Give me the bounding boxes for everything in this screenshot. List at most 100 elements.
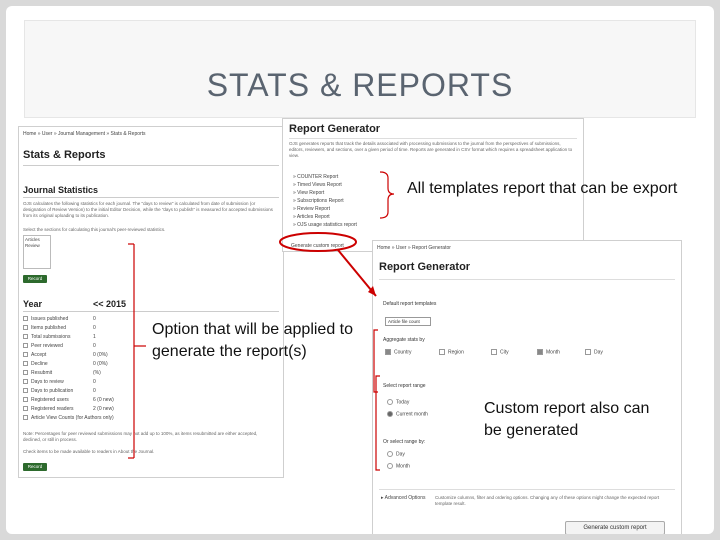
stat-value: 0 xyxy=(93,325,96,331)
divider xyxy=(23,197,279,198)
select-prompt: Select the sections for calculating this… xyxy=(23,227,166,232)
stat-value: 0 (0%) xyxy=(93,352,108,358)
aggregate-option[interactable]: Day xyxy=(585,349,603,355)
stats-reports-screenshot: Home » User » Journal Management » Stats… xyxy=(18,126,284,478)
stat-label: Days to publication xyxy=(31,388,74,394)
stat-row: Registered users 6 (0 new) xyxy=(23,396,133,405)
option-label: Country xyxy=(394,349,412,356)
stat-checkbox[interactable] xyxy=(23,370,28,376)
stat-row: Issues published 0 xyxy=(23,315,133,324)
stat-row: Resubmit (%) xyxy=(23,369,133,378)
advanced-options-description: Customize columns, filter and ordering o… xyxy=(435,495,660,506)
report-link[interactable]: » COUNTER Report xyxy=(293,173,357,181)
year-nav-link[interactable]: << 2015 xyxy=(93,299,126,309)
option-label: Current month xyxy=(396,411,428,418)
stat-checkbox[interactable] xyxy=(23,316,28,322)
sections-select[interactable]: Articles Review xyxy=(23,235,51,269)
stat-checkbox[interactable] xyxy=(23,379,28,385)
slide: STATS & REPORTS Home » User » Journal Ma… xyxy=(6,6,714,534)
select-range-by-label: Or select range by: xyxy=(383,439,426,445)
option-label: Today xyxy=(396,399,410,406)
radio[interactable] xyxy=(387,451,393,457)
stat-row: Registered readers 2 (0 new) xyxy=(23,405,133,414)
section-option[interactable]: Review xyxy=(25,243,49,249)
checkbox[interactable] xyxy=(537,349,543,355)
stat-label: Days to review xyxy=(31,379,64,385)
option-label: Day xyxy=(396,451,405,458)
default-templates-label: Default report templates xyxy=(383,301,437,307)
checkbox[interactable] xyxy=(385,349,391,355)
stat-label: Accept xyxy=(31,352,47,358)
page-heading: Report Generator xyxy=(379,261,471,273)
stat-checkbox[interactable] xyxy=(23,388,28,394)
divider xyxy=(289,138,577,139)
report-link[interactable]: » Subscriptions Report xyxy=(293,197,357,205)
report-link[interactable]: » View Report xyxy=(293,189,357,197)
stat-label: Resubmit xyxy=(31,370,53,376)
report-generator-description: OJS generates reports that track the det… xyxy=(289,141,573,158)
stat-checkbox[interactable] xyxy=(23,334,28,340)
report-link[interactable]: » Review Report xyxy=(293,205,357,213)
aggregate-option[interactable]: Month xyxy=(537,349,560,355)
report-link[interactable]: » OJS usage statistics report xyxy=(293,221,357,229)
divider xyxy=(23,165,279,166)
checkbox[interactable] xyxy=(439,349,445,355)
custom-report-screenshot: Home » User » Report Generator Report Ge… xyxy=(372,240,682,534)
stat-row: Days to review 0 xyxy=(23,378,133,387)
checkbox[interactable] xyxy=(585,349,591,355)
options-callout: Option that will be applied to generate … xyxy=(152,321,354,360)
aggregate-option[interactable]: City xyxy=(491,349,509,355)
stat-row: Decline 0 (0%) xyxy=(23,360,133,369)
year-label: Year xyxy=(23,299,43,309)
option-label: Month xyxy=(546,349,560,356)
stat-row: Items published 0 xyxy=(23,324,133,333)
range-by-option[interactable]: Month xyxy=(387,463,410,470)
stat-checkbox[interactable] xyxy=(23,397,28,403)
divider xyxy=(23,311,279,312)
radio[interactable] xyxy=(387,399,393,405)
percentage-note: Note: Percentages for peer reviewed subm… xyxy=(23,431,258,442)
divider xyxy=(379,279,675,280)
stat-label: Total submissions xyxy=(31,334,71,340)
radio[interactable] xyxy=(387,411,393,417)
aggregate-label: Aggregate stats by xyxy=(383,337,425,343)
range-option[interactable]: Today xyxy=(387,399,409,406)
stat-checkbox[interactable] xyxy=(23,352,28,358)
report-link[interactable]: » Timed Views Report xyxy=(293,181,357,189)
stat-checkbox[interactable] xyxy=(23,406,28,412)
stat-label: Registered users xyxy=(31,397,69,403)
stat-value: 0 xyxy=(93,388,96,394)
stat-value: 0 xyxy=(93,343,96,349)
report-template-list: » COUNTER Report » Timed Views Report » … xyxy=(293,173,357,229)
report-link[interactable]: » Articles Report xyxy=(293,213,357,221)
radio[interactable] xyxy=(387,463,393,469)
range-by-option[interactable]: Day xyxy=(387,451,405,458)
stat-checkbox[interactable] xyxy=(23,325,28,331)
stat-checkbox[interactable] xyxy=(23,415,28,421)
select-range-label: Select report range xyxy=(383,383,426,389)
stat-value: 6 (0 new) xyxy=(93,397,114,403)
generate-custom-report-button[interactable]: Generate custom report xyxy=(565,521,665,534)
stat-row: Article View Counts (for Authors only) xyxy=(23,414,223,423)
stat-row: Total submissions 1 xyxy=(23,333,133,342)
option-label: Region xyxy=(448,349,464,356)
stat-checkbox[interactable] xyxy=(23,361,28,367)
stat-value: 0 xyxy=(93,316,96,322)
option-label: Month xyxy=(396,463,410,470)
stat-checkbox[interactable] xyxy=(23,343,28,349)
range-option[interactable]: Current month xyxy=(387,411,437,418)
template-select[interactable]: Article file count xyxy=(385,317,431,326)
advanced-options-toggle[interactable]: ▸ Advanced Options xyxy=(381,495,425,501)
breadcrumb: Home » User » Journal Management » Stats… xyxy=(23,131,146,137)
page-heading: Stats & Reports xyxy=(23,149,106,161)
option-label: Day xyxy=(594,349,603,356)
record-button[interactable]: Record xyxy=(23,275,47,283)
checkbox[interactable] xyxy=(491,349,497,355)
aggregate-option[interactable]: Region xyxy=(439,349,464,355)
aggregate-option[interactable]: Country xyxy=(385,349,412,355)
title-box: STATS & REPORTS xyxy=(24,20,696,118)
stat-label: Peer reviewed xyxy=(31,343,63,349)
stat-label: Article View Counts (for Authors only) xyxy=(31,415,114,421)
generate-custom-report-link[interactable]: Generate custom report xyxy=(291,243,344,249)
record-button-2[interactable]: Record xyxy=(23,463,47,471)
